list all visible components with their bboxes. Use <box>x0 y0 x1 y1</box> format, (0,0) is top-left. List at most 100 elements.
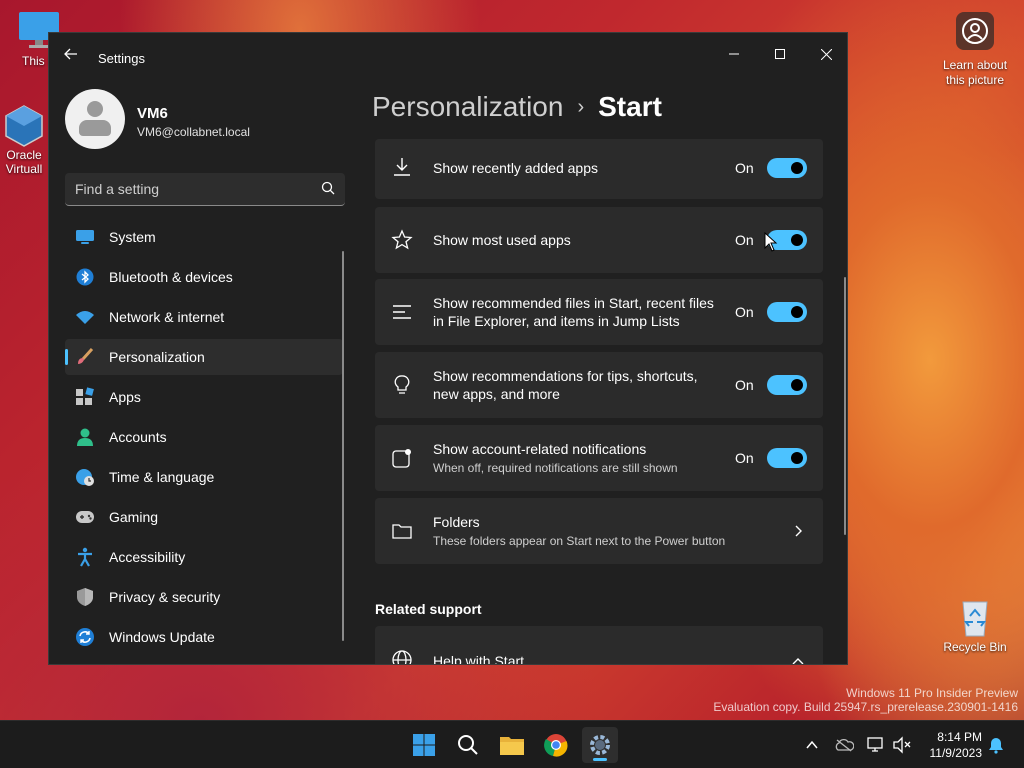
network-tray[interactable] <box>866 735 886 755</box>
setting-title-line: new apps, and more <box>433 386 560 402</box>
setting-recommendations-tips[interactable]: Show recommendations for tips, shortcuts… <box>375 352 823 418</box>
setting-description: These folders appear on Start next to th… <box>433 534 726 548</box>
sidebar-item-privacy[interactable]: Privacy & security <box>65 579 343 615</box>
content-scrollbar[interactable] <box>844 277 846 535</box>
search-box[interactable] <box>65 173 345 206</box>
desktop-icon-recycle-bin[interactable]: Recycle Bin <box>940 596 1010 654</box>
sidebar-item-label: Gaming <box>109 509 159 525</box>
toggle-switch[interactable] <box>767 302 807 322</box>
onedrive-tray[interactable] <box>834 735 854 755</box>
list-icon <box>393 305 411 319</box>
watermark: Windows 11 Pro Insider Preview Evaluatio… <box>713 686 1018 714</box>
sidebar-item-accounts[interactable]: Accounts <box>65 419 343 455</box>
desktop-icon-virtualbox[interactable]: Oracle Virtuall <box>0 104 54 176</box>
sidebar-item-label: Time & language <box>109 469 215 485</box>
chrome-button[interactable] <box>538 727 574 763</box>
setting-recently-added-apps[interactable]: Show recently added apps On <box>375 139 823 199</box>
sidebar-item-network[interactable]: Network & internet <box>65 299 343 335</box>
minimize-icon <box>729 53 739 55</box>
setting-title: Folders <box>433 514 480 530</box>
sidebar-scrollbar[interactable] <box>342 251 344 641</box>
accounts-icon <box>75 427 95 447</box>
setting-account-notifications[interactable]: Show account-related notifications When … <box>375 425 823 491</box>
settings-window: Settings VM6 VM6@collabnet.local System … <box>48 32 848 665</box>
search-input[interactable] <box>65 173 305 205</box>
user-email: VM6@collabnet.local <box>137 125 250 139</box>
maximize-button[interactable] <box>757 39 803 69</box>
breadcrumb-parent[interactable]: Personalization <box>372 91 563 123</box>
toggle-state-label: On <box>735 232 754 248</box>
sidebar-item-accessibility[interactable]: Accessibility <box>65 539 343 575</box>
help-with-start[interactable]: Help with Start <box>375 626 823 665</box>
sidebar-item-apps[interactable]: Apps <box>65 379 343 415</box>
toggle-switch[interactable] <box>767 448 807 468</box>
sidebar-item-time-language[interactable]: Time & language <box>65 459 343 495</box>
setting-title: Show recommendations for tips, shortcuts… <box>433 367 698 403</box>
volume-tray[interactable] <box>892 735 912 755</box>
toggle-switch[interactable] <box>767 375 807 395</box>
related-support-heading: Related support <box>375 601 482 617</box>
close-button[interactable] <box>803 39 847 69</box>
sidebar-item-label: Network & internet <box>109 309 225 325</box>
chevron-up-icon <box>806 740 818 749</box>
desktop-icon-label: Recycle Bin <box>943 640 1007 654</box>
clock[interactable]: 8:14 PM 11/9/2023 <box>918 729 983 761</box>
help-title: Help with Start <box>433 653 525 665</box>
title-bar[interactable]: Settings <box>49 33 847 81</box>
back-arrow-icon <box>64 48 77 60</box>
setting-title-line: Show recommended files in Start, recent … <box>433 295 714 311</box>
user-name: VM6 <box>137 105 168 122</box>
file-explorer-icon <box>500 737 524 755</box>
user-profile[interactable]: VM6 VM6@collabnet.local <box>65 89 355 151</box>
sidebar-item-system[interactable]: System <box>65 219 343 255</box>
taskbar: 8:14 PM 11/9/2023 <box>0 720 1024 768</box>
chevron-right-icon <box>795 525 802 537</box>
toggle-state-label: On <box>735 304 754 320</box>
mouse-cursor-icon <box>764 232 778 252</box>
gamepad-icon <box>75 507 95 527</box>
camera-icon <box>956 12 994 50</box>
system-icon <box>75 227 95 247</box>
watermark-line: Windows 11 Pro Insider Preview <box>846 686 1018 700</box>
volume-muted-icon <box>893 736 911 754</box>
globe-icon <box>392 650 412 664</box>
sidebar-item-gaming[interactable]: Gaming <box>65 499 343 535</box>
chrome-icon <box>544 734 568 757</box>
apps-icon <box>75 387 95 407</box>
window-title: Settings <box>98 51 145 66</box>
clock-time: 8:14 PM <box>937 730 982 744</box>
back-button[interactable] <box>61 47 81 67</box>
setting-title: Show most used apps <box>433 232 571 248</box>
sidebar-item-label: System <box>109 229 156 245</box>
sidebar-item-bluetooth[interactable]: Bluetooth & devices <box>65 259 343 295</box>
desktop-icon-label: Oracle Virtuall <box>5 148 43 176</box>
sidebar-item-windows-update[interactable]: Windows Update <box>65 619 343 655</box>
setting-title: Show account-related notifications <box>433 441 647 457</box>
accessibility-icon <box>75 547 95 567</box>
sidebar-item-personalization[interactable]: Personalization <box>65 339 343 375</box>
toggle-state-label: On <box>735 377 754 393</box>
taskbar-search-button[interactable] <box>450 727 486 763</box>
settings-app-button[interactable] <box>582 727 618 763</box>
setting-title: Show recommended files in Start, recent … <box>433 294 714 330</box>
watermark-line: Evaluation copy. Build 25947.rs_prerelea… <box>713 700 1018 714</box>
chevron-up-icon[interactable] <box>791 654 805 665</box>
minimize-button[interactable] <box>711 39 757 69</box>
setting-recommended-files[interactable]: Show recommended files in Start, recent … <box>375 279 823 345</box>
toggle-switch[interactable] <box>767 158 807 178</box>
learn-about-picture[interactable]: Learn about this picture <box>936 12 1014 88</box>
sidebar-item-label: Windows Update <box>109 629 215 645</box>
show-hidden-icons-button[interactable] <box>802 735 822 755</box>
virtualbox-icon <box>2 104 46 147</box>
start-button[interactable] <box>406 727 442 763</box>
sidebar-nav: System Bluetooth & devices Network & int… <box>65 219 343 659</box>
wifi-icon <box>75 307 95 327</box>
download-icon <box>394 158 410 176</box>
star-icon <box>391 229 413 250</box>
notification-center-button[interactable] <box>986 735 1006 755</box>
file-explorer-button[interactable] <box>494 727 530 763</box>
bluetooth-icon <box>75 267 95 287</box>
search-icon[interactable] <box>321 181 335 195</box>
setting-folders[interactable]: Folders These folders appear on Start ne… <box>375 498 823 564</box>
setting-most-used-apps[interactable]: Show most used apps On <box>375 207 823 273</box>
